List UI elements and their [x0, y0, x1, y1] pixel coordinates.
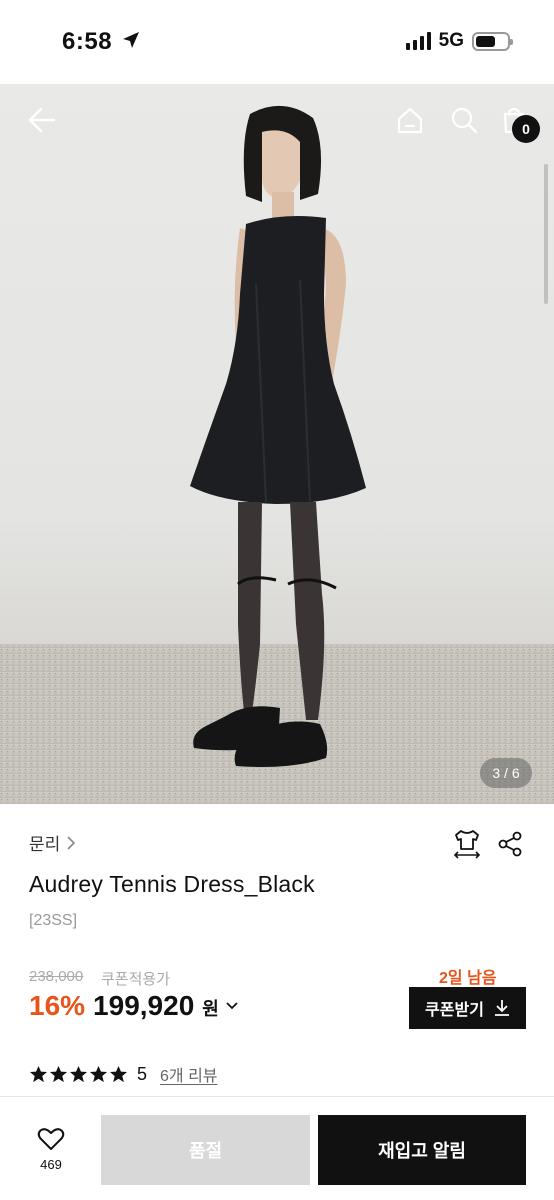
back-arrow-icon: [28, 107, 56, 133]
brand-name: 문리: [29, 835, 61, 854]
star-icon: [29, 1065, 48, 1082]
like-button[interactable]: 469: [22, 1127, 80, 1181]
coupon-price-note: 쿠폰적용가: [101, 971, 171, 988]
like-count: 469: [40, 1157, 62, 1172]
restock-alert-button[interactable]: 재입고 알림: [318, 1115, 526, 1185]
rating-row: 5 6개 리뷰: [29, 1062, 218, 1086]
network-label: 5G: [438, 30, 464, 51]
size-fit-button[interactable]: [451, 828, 483, 860]
currency: 원: [202, 999, 219, 1019]
rating-stars: [29, 1065, 128, 1084]
size-fit-icon: [453, 830, 481, 859]
star-icon: [89, 1065, 108, 1082]
status-bar: 6:58 5G: [0, 0, 554, 84]
discount-rate: 16%: [29, 990, 86, 1021]
image-page-indicator: 3 / 6: [480, 758, 532, 788]
star-icon: [49, 1065, 68, 1082]
chevron-down-icon[interactable]: [225, 1001, 239, 1011]
share-icon: [498, 831, 522, 857]
season-tag: [23SS]: [29, 912, 78, 929]
product-image-gallery[interactable]: 0 3 / 6: [0, 84, 554, 804]
product-title: Audrey Tennis Dress_Black: [29, 871, 315, 897]
star-icon: [109, 1065, 128, 1082]
product-photo: [0, 105, 554, 804]
status-indicators: 5G: [405, 30, 513, 52]
chevron-right-icon: [67, 835, 76, 850]
home-button[interactable]: [390, 100, 430, 140]
review-count-link[interactable]: 6개 리뷰: [160, 1062, 218, 1086]
search-icon: [451, 107, 478, 134]
location-arrow-icon: [123, 32, 139, 48]
scrollbar[interactable]: [544, 164, 548, 304]
brand-link[interactable]: 문리: [29, 830, 76, 855]
sale-price: 199,920: [93, 990, 195, 1021]
bottom-action-bar: 469 품절 재입고 알림: [0, 1096, 554, 1200]
coupon-button-label: 쿠폰받기: [425, 1002, 484, 1019]
search-button[interactable]: [444, 100, 484, 140]
original-price: 238,000: [29, 968, 84, 985]
download-icon: [494, 1000, 509, 1016]
coupon-download-button[interactable]: 쿠폰받기: [409, 987, 526, 1029]
heart-icon: [37, 1128, 65, 1150]
price-row[interactable]: 16% 199,920 원: [29, 990, 239, 1022]
coupon-days-left: 2일 남음: [439, 970, 497, 987]
battery-icon: [472, 31, 513, 51]
cart-count-badge: 0: [512, 115, 540, 143]
share-button[interactable]: [494, 828, 526, 860]
soldout-button[interactable]: 품절: [101, 1115, 310, 1185]
status-time: 6:58: [62, 28, 113, 55]
rating-value: 5: [137, 1063, 148, 1084]
back-button[interactable]: [22, 100, 62, 140]
home-icon: [397, 107, 423, 134]
signal-icon: [405, 32, 431, 50]
star-icon: [69, 1065, 88, 1082]
